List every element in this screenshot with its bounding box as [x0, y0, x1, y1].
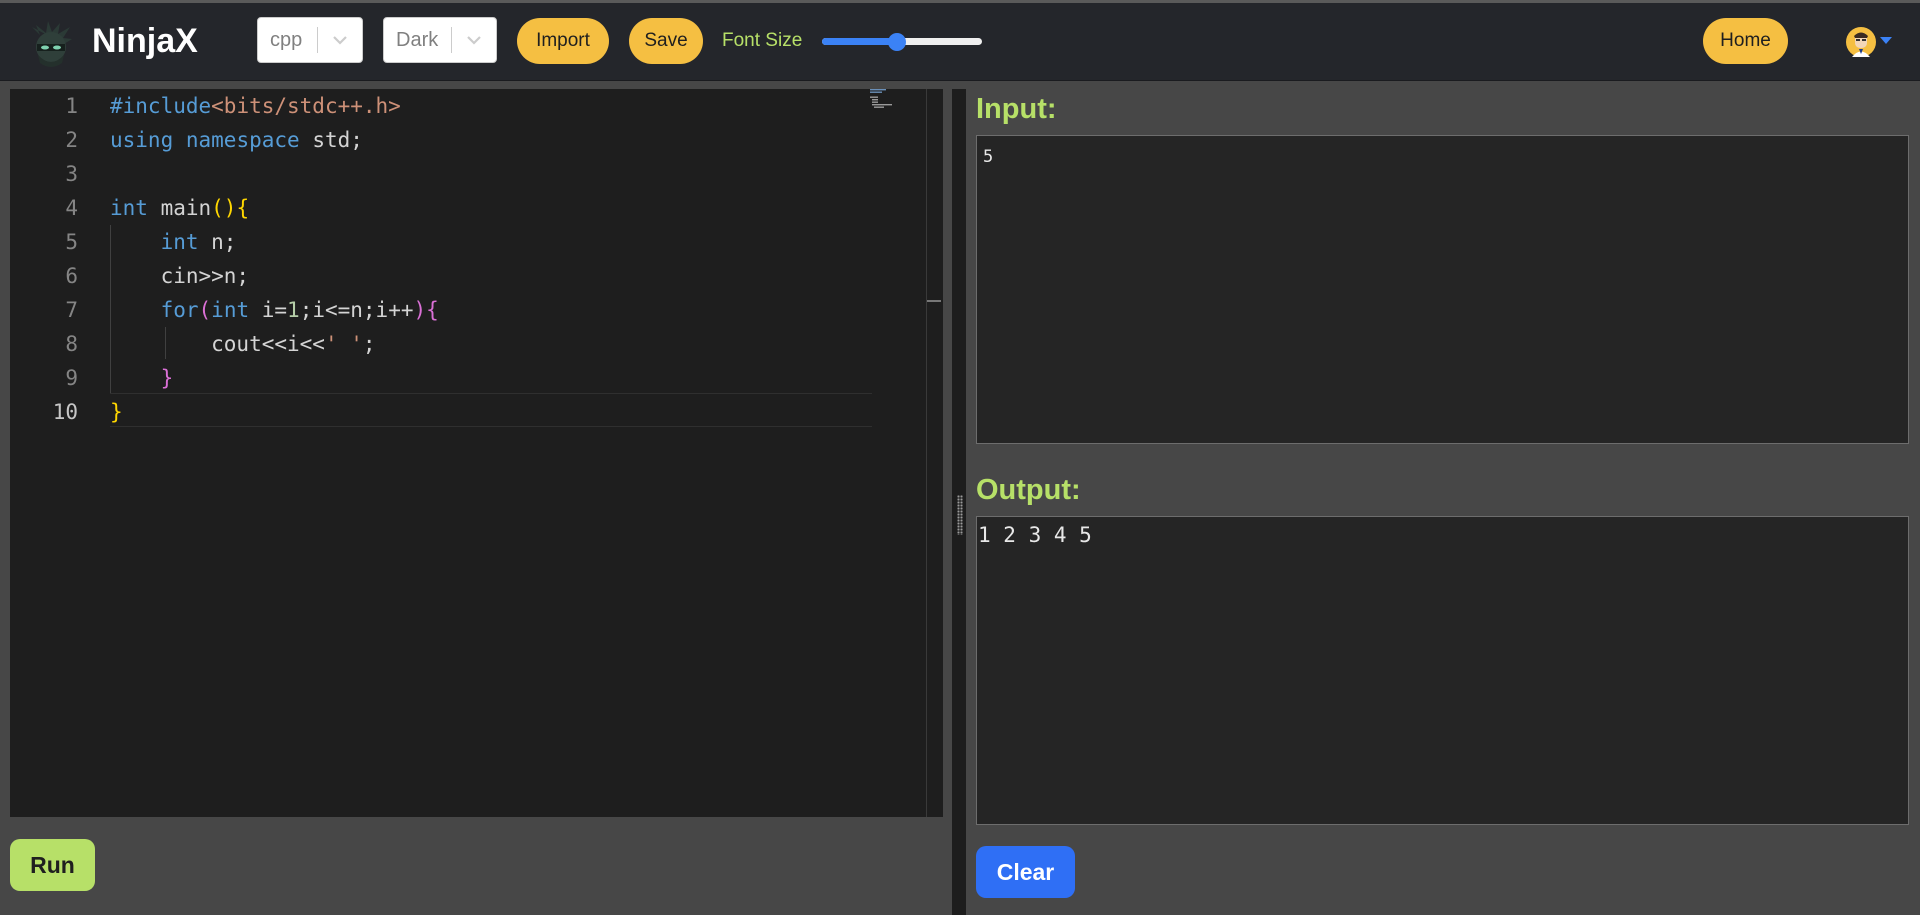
code-token: int — [160, 230, 199, 254]
slider-fill — [822, 38, 898, 45]
editor-scrollbar[interactable] — [926, 89, 927, 817]
line-number: 9 — [65, 366, 78, 390]
code-line[interactable]: cout<<i<<' '; — [110, 327, 376, 361]
line-number: 5 — [65, 230, 78, 254]
brand-name[interactable]: NinjaX — [92, 21, 198, 61]
output-value: 1 2 3 4 5 — [978, 523, 1092, 547]
code-line[interactable]: using namespace std; — [110, 123, 363, 157]
code-line[interactable]: } — [110, 395, 123, 429]
navbar: NinjaX cpp Dark Import Save Font Size Ho… — [0, 3, 1920, 81]
code-line[interactable]: int main(){ — [110, 191, 249, 225]
code-token: } — [160, 366, 174, 390]
code-token: ; — [362, 332, 376, 356]
save-button[interactable]: Save — [629, 18, 703, 64]
user-avatar-icon[interactable] — [1846, 27, 1876, 57]
code-line[interactable]: for(int i=1;i<=n;i++){ — [110, 293, 439, 327]
code-token: #include — [110, 94, 212, 118]
font-size-label: Font Size — [722, 30, 803, 51]
import-button[interactable]: Import — [517, 18, 609, 64]
chevron-down-icon[interactable] — [466, 33, 482, 47]
code-token: ( — [198, 298, 212, 322]
input-value: 5 — [983, 147, 994, 167]
code-token: n; — [198, 230, 237, 254]
select-separator — [317, 27, 318, 53]
slider-thumb[interactable] — [888, 33, 907, 51]
code-line[interactable]: cin>>n; — [110, 259, 250, 293]
output-area: 1 2 3 4 5 — [976, 516, 1909, 825]
code-token: main — [147, 196, 212, 220]
code-token: ){ — [413, 298, 439, 322]
code-token: using — [110, 128, 174, 152]
splitter-grip-icon[interactable] — [957, 495, 963, 535]
code-token: std; — [299, 128, 363, 152]
input-textarea[interactable]: 5 — [976, 135, 1909, 444]
line-number: 10 — [52, 400, 78, 424]
line-number: 8 — [65, 332, 78, 356]
current-line-highlight — [110, 393, 872, 427]
line-number: 3 — [65, 162, 78, 186]
code-token: <bits/stdc++.h> — [211, 94, 401, 118]
output-label: Output: — [976, 474, 1081, 506]
ninja-logo-icon[interactable] — [26, 17, 76, 69]
line-number: 7 — [65, 298, 78, 322]
clear-button[interactable]: Clear — [976, 846, 1075, 898]
code-token: ' ' — [324, 332, 363, 356]
input-label: Input: — [976, 93, 1057, 125]
code-line[interactable]: #include<bits/stdc++.h> — [110, 89, 401, 123]
theme-select[interactable]: Dark — [383, 17, 497, 63]
line-number: 1 — [65, 94, 78, 118]
run-button[interactable]: Run — [10, 839, 95, 891]
scrollbar-cursor-marker — [927, 300, 941, 302]
code-token: i= — [249, 298, 288, 322]
code-token: 1 — [287, 298, 300, 322]
chevron-down-icon[interactable] — [332, 33, 348, 47]
caret-down-icon[interactable] — [1880, 37, 1892, 44]
language-select-value: cpp — [270, 29, 303, 51]
code-editor[interactable]: 1 #include<bits/stdc++.h> 2 using namespace… — [10, 89, 943, 817]
code-token: cin>>n; — [110, 264, 250, 288]
code-token: (){ — [211, 196, 250, 220]
code-line[interactable]: int n; — [110, 225, 237, 259]
language-select[interactable]: cpp — [257, 17, 363, 63]
code-line[interactable]: } — [110, 361, 174, 395]
code-token: ;i<=n;i++ — [299, 298, 414, 322]
code-token: cout<<i<< — [110, 332, 325, 356]
minimap[interactable] — [868, 89, 908, 109]
code-token: for — [160, 298, 199, 322]
line-number: 4 — [65, 196, 78, 220]
code-token: } — [110, 400, 123, 424]
home-button[interactable]: Home — [1703, 18, 1788, 64]
code-token: namespace — [185, 128, 300, 152]
theme-select-value: Dark — [396, 29, 439, 51]
code-token: int — [211, 298, 250, 322]
line-number: 2 — [65, 128, 78, 152]
code-token: int — [110, 196, 148, 220]
font-size-slider[interactable] — [822, 33, 982, 51]
line-number: 6 — [65, 264, 78, 288]
select-separator — [451, 27, 452, 53]
